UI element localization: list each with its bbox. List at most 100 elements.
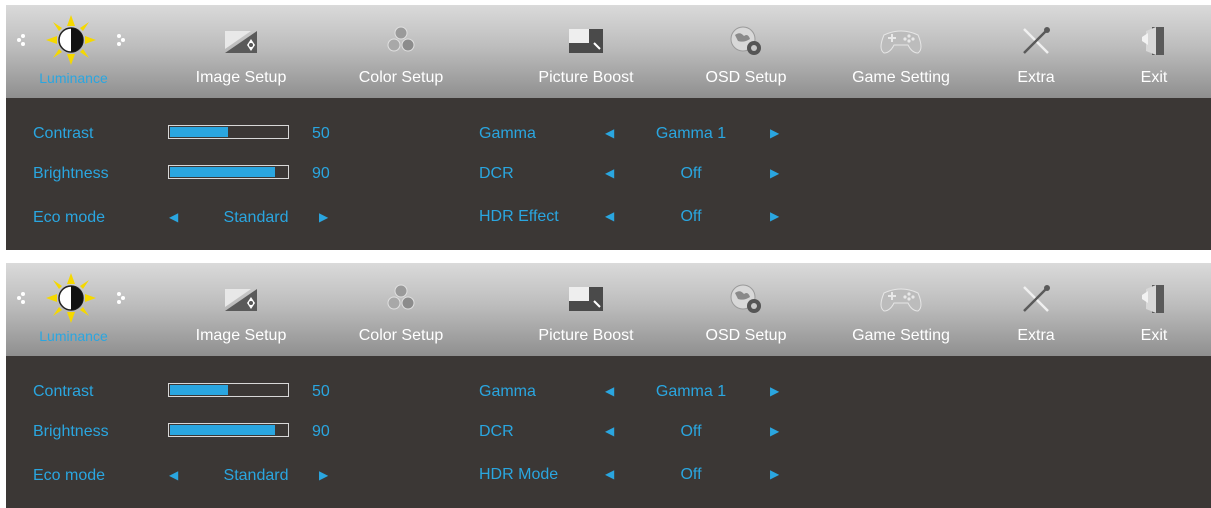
hdr-right-arrow-icon[interactable]: ▶ <box>770 209 779 223</box>
contrast-label: Contrast <box>33 383 94 400</box>
tab-label: OSD Setup <box>705 327 787 344</box>
image-setup-icon <box>225 31 257 53</box>
color-setup-icon <box>387 284 415 310</box>
osd-menu-bar: Luminance Image Setup Color Setup Pictur… <box>6 263 1211 356</box>
brightness-label: Brightness <box>33 423 109 440</box>
color-setup-icon <box>387 26 415 52</box>
hdr-value: Off <box>680 466 702 483</box>
osd-setup-icon <box>730 26 761 55</box>
dcr-right-arrow-icon[interactable]: ▶ <box>770 166 779 180</box>
tab-picture-boost[interactable]: Picture Boost <box>526 263 646 356</box>
contrast-value: 50 <box>312 383 330 400</box>
contrast-value: 50 <box>312 125 330 142</box>
tab-label: OSD Setup <box>705 69 787 86</box>
eco-mode-right-arrow-icon[interactable]: ▶ <box>319 468 328 482</box>
tools-icon <box>1023 285 1050 312</box>
tab-label: Picture Boost <box>538 327 634 344</box>
picture-boost-icon <box>569 287 603 311</box>
tab-label: Game Setting <box>852 327 950 344</box>
hdr-left-arrow-icon[interactable]: ◀ <box>605 467 614 481</box>
tab-label: Luminance <box>39 328 108 344</box>
gamma-right-arrow-icon[interactable]: ▶ <box>770 126 779 140</box>
dcr-value: Off <box>680 423 702 440</box>
eco-mode-value: Standard <box>223 467 289 484</box>
brightness-slider[interactable] <box>168 423 289 437</box>
hdr-right-arrow-icon[interactable]: ▶ <box>770 467 779 481</box>
gamma-value: Gamma 1 <box>655 125 727 142</box>
contrast-slider-fill <box>170 127 228 137</box>
tab-extra[interactable]: Extra <box>986 263 1086 356</box>
tab-image-setup[interactable]: Image Setup <box>181 5 301 98</box>
dcr-right-arrow-icon[interactable]: ▶ <box>770 424 779 438</box>
tools-icon <box>1023 27 1050 54</box>
tab-image-setup[interactable]: Image Setup <box>181 263 301 356</box>
brightness-label: Brightness <box>33 165 109 182</box>
tab-label: Image Setup <box>195 69 287 86</box>
hdr-label: HDR Effect <box>479 208 559 225</box>
tab-osd-setup[interactable]: OSD Setup <box>681 263 811 356</box>
exit-door-icon <box>1142 27 1164 55</box>
eco-mode-label: Eco mode <box>33 209 106 226</box>
gamma-value: Gamma 1 <box>655 383 727 400</box>
luminance-settings: Contrast 50 Brightness 90 Eco mode ◀ Sta… <box>6 356 1211 508</box>
tab-label: Luminance <box>39 70 108 86</box>
brightness-slider-fill <box>170 425 276 435</box>
tab-game-setting[interactable]: Game Setting <box>836 263 966 356</box>
eco-mode-label: Eco mode <box>33 467 106 484</box>
gamepad-icon <box>880 30 922 54</box>
tab-color-setup[interactable]: Color Setup <box>341 263 461 356</box>
dcr-left-arrow-icon[interactable]: ◀ <box>605 166 614 180</box>
picture-boost-icon <box>569 29 603 53</box>
osd-panel-1: Luminance Image Setup Color Setup Pictur… <box>6 5 1211 250</box>
tab-exit[interactable]: Exit <box>1114 263 1194 356</box>
tab-label: Extra <box>1017 69 1055 86</box>
tab-label: Image Setup <box>195 327 287 344</box>
osd-setup-icon <box>730 284 761 313</box>
osd-menu-bar: Luminance Image Setup Color Setup Pictur… <box>6 5 1211 98</box>
tab-label: Exit <box>1140 69 1168 86</box>
contrast-slider[interactable] <box>168 383 289 397</box>
hdr-left-arrow-icon[interactable]: ◀ <box>605 209 614 223</box>
image-setup-icon <box>225 289 257 311</box>
tab-label: Game Setting <box>852 69 950 86</box>
gamepad-icon <box>880 288 922 312</box>
sun-icon <box>16 273 125 323</box>
brightness-slider-fill <box>170 167 276 177</box>
eco-mode-left-arrow-icon[interactable]: ◀ <box>169 468 178 482</box>
eco-mode-value: Standard <box>223 209 289 226</box>
tab-exit[interactable]: Exit <box>1114 5 1194 98</box>
hdr-value: Off <box>680 208 702 225</box>
tab-picture-boost[interactable]: Picture Boost <box>526 5 646 98</box>
tab-label: Picture Boost <box>538 69 634 86</box>
tab-extra[interactable]: Extra <box>986 5 1086 98</box>
contrast-slider[interactable] <box>168 125 289 139</box>
contrast-label: Contrast <box>33 125 94 142</box>
brightness-value: 90 <box>312 423 330 440</box>
dcr-value: Off <box>680 165 702 182</box>
hdr-label: HDR Mode <box>479 466 559 483</box>
contrast-slider-fill <box>170 385 228 395</box>
brightness-value: 90 <box>312 165 330 182</box>
gamma-label: Gamma <box>479 125 536 142</box>
gamma-left-arrow-icon[interactable]: ◀ <box>605 384 614 398</box>
tab-luminance[interactable]: Luminance <box>6 5 141 98</box>
brightness-slider[interactable] <box>168 165 289 179</box>
dcr-label: DCR <box>479 423 514 440</box>
luminance-settings: Contrast 50 Brightness 90 Eco mode ◀ Sta… <box>6 98 1211 250</box>
eco-mode-left-arrow-icon[interactable]: ◀ <box>169 210 178 224</box>
tab-label: Color Setup <box>358 69 444 86</box>
tab-game-setting[interactable]: Game Setting <box>836 5 966 98</box>
tab-osd-setup[interactable]: OSD Setup <box>681 5 811 98</box>
tab-label: Exit <box>1140 327 1168 344</box>
gamma-label: Gamma <box>479 383 536 400</box>
exit-door-icon <box>1142 285 1164 313</box>
dcr-left-arrow-icon[interactable]: ◀ <box>605 424 614 438</box>
tab-color-setup[interactable]: Color Setup <box>341 5 461 98</box>
sun-icon <box>16 15 125 65</box>
tab-label: Color Setup <box>358 327 444 344</box>
eco-mode-right-arrow-icon[interactable]: ▶ <box>319 210 328 224</box>
dcr-label: DCR <box>479 165 514 182</box>
gamma-left-arrow-icon[interactable]: ◀ <box>605 126 614 140</box>
tab-luminance[interactable]: Luminance <box>6 263 141 356</box>
gamma-right-arrow-icon[interactable]: ▶ <box>770 384 779 398</box>
